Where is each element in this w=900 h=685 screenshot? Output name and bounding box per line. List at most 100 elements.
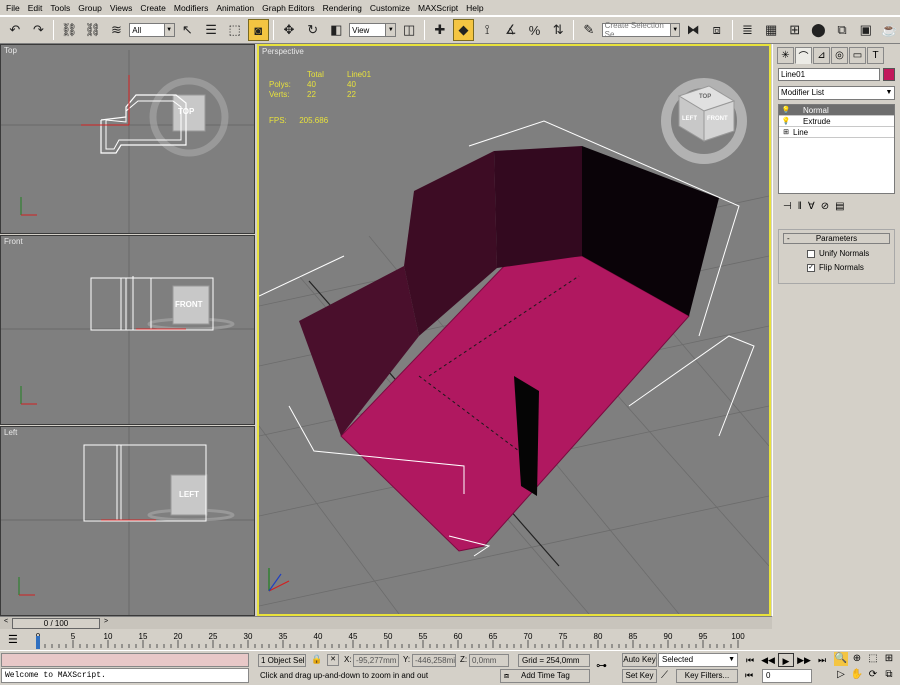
- menu-file[interactable]: File: [2, 1, 24, 15]
- expand-plus-icon[interactable]: ⊞: [779, 127, 793, 138]
- viewcube-top-face-label[interactable]: TOP: [699, 94, 711, 100]
- select-and-manipulate-icon[interactable]: ✚: [429, 19, 451, 41]
- percent-snap-icon[interactable]: %: [524, 19, 546, 41]
- align-icon[interactable]: ⧈: [706, 19, 728, 41]
- menu-animation[interactable]: Animation: [212, 1, 258, 15]
- viewcube-front-label[interactable]: FRONT: [175, 300, 203, 309]
- layer-manager-icon[interactable]: ≣: [737, 19, 759, 41]
- stack-item-extrude[interactable]: 💡 Extrude: [779, 116, 894, 127]
- modifier-list-dropdown[interactable]: Modifier List ▼: [778, 86, 895, 100]
- flip-normals-box[interactable]: ✓: [807, 263, 815, 272]
- viewport-label-top[interactable]: Top: [4, 46, 17, 55]
- current-frame-field[interactable]: 0: [762, 669, 812, 683]
- time-slider-thumb[interactable]: 0 / 100: [12, 618, 100, 629]
- curve-editor-icon[interactable]: ▦: [760, 19, 782, 41]
- zoom-all-icon[interactable]: ⊕: [850, 652, 864, 666]
- menu-maxscript[interactable]: MAXScript: [414, 1, 462, 15]
- rendered-frame-window-icon[interactable]: ▣: [855, 19, 877, 41]
- viewport-top[interactable]: Top TOP: [0, 44, 255, 234]
- reference-coordinate-dropdown[interactable]: View ▼: [349, 23, 397, 37]
- menu-rendering[interactable]: Rendering: [319, 1, 366, 15]
- lightbulb-icon[interactable]: 💡: [779, 116, 793, 127]
- viewport-label-perspective[interactable]: Perspective: [262, 47, 304, 56]
- menu-views[interactable]: Views: [106, 1, 137, 15]
- modify-tab-icon[interactable]: ⌒: [795, 46, 812, 64]
- field-of-view-icon[interactable]: ▷: [834, 668, 848, 682]
- utilities-tab-icon[interactable]: T: [867, 46, 884, 64]
- menu-create[interactable]: Create: [136, 1, 170, 15]
- y-coordinate-field[interactable]: -446,258mi: [412, 654, 456, 667]
- select-and-link-icon[interactable]: ⛓: [58, 19, 80, 41]
- bind-space-warp-icon[interactable]: ≋: [106, 19, 128, 41]
- absolute-mode-icon[interactable]: ✕: [327, 654, 339, 666]
- show-end-result-icon[interactable]: ‖: [798, 201, 802, 212]
- viewcube-left-face-label[interactable]: LEFT: [682, 116, 697, 122]
- unify-normals-box[interactable]: [807, 249, 815, 258]
- quick-render-icon[interactable]: ☕: [879, 19, 900, 41]
- unify-normals-checkbox[interactable]: Unify Normals: [807, 249, 894, 258]
- render-setup-icon[interactable]: ⧉: [831, 19, 853, 41]
- mini-curve-editor-icon[interactable]: ☰: [8, 633, 18, 646]
- key-mode-toggle-icon[interactable]: ⏮: [745, 670, 753, 681]
- mirror-icon[interactable]: ⧓: [682, 19, 704, 41]
- edit-named-selection-icon[interactable]: ✎: [578, 19, 600, 41]
- make-unique-icon[interactable]: ∀: [808, 201, 815, 212]
- menu-graph-editors[interactable]: Graph Editors: [258, 1, 318, 15]
- menu-group[interactable]: Group: [74, 1, 106, 15]
- orbit-icon[interactable]: ⟳: [866, 668, 880, 682]
- pan-icon[interactable]: ✋: [850, 668, 864, 682]
- maxscript-mini-listener[interactable]: Welcome to MAXScript.: [1, 668, 249, 683]
- viewcube-front-face-label[interactable]: FRONT: [707, 116, 728, 122]
- viewport-label-front[interactable]: Front: [4, 237, 23, 246]
- named-selection-sets-dropdown[interactable]: Create Selection Se ▼: [601, 21, 681, 39]
- select-and-scale-icon[interactable]: ◧: [325, 19, 347, 41]
- menu-customize[interactable]: Customize: [366, 1, 414, 15]
- angle-snap-icon[interactable]: ∡: [500, 19, 522, 41]
- flip-normals-checkbox[interactable]: ✓ Flip Normals: [807, 263, 894, 272]
- zoom-extents-all-icon[interactable]: ⊞: [882, 652, 896, 666]
- spinner-snap-icon[interactable]: ⇅: [547, 19, 569, 41]
- viewport-label-left[interactable]: Left: [4, 428, 17, 437]
- selection-filter-dropdown[interactable]: All ▼: [129, 23, 175, 37]
- window-crossing-icon[interactable]: ◙: [247, 19, 270, 41]
- redo-icon[interactable]: ↷: [28, 19, 50, 41]
- key-mode-dropdown[interactable]: Selected ▼: [658, 653, 738, 667]
- maxscript-mini-listener-top[interactable]: [1, 653, 249, 667]
- key-icon[interactable]: ⊶: [596, 659, 607, 672]
- go-to-end-icon[interactable]: ⏭: [814, 653, 830, 667]
- select-and-move-icon[interactable]: ✥: [278, 19, 300, 41]
- stack-item-normal[interactable]: 💡 Normal: [779, 105, 894, 116]
- maximize-viewport-icon[interactable]: ⧉: [882, 668, 896, 682]
- set-key-button[interactable]: Set Key: [622, 669, 657, 683]
- schematic-view-icon[interactable]: ⊞: [784, 19, 806, 41]
- menu-modifiers[interactable]: Modifiers: [170, 1, 212, 15]
- rectangular-selection-icon[interactable]: ⬚: [224, 19, 246, 41]
- zoom-extents-icon[interactable]: ⬚: [866, 652, 880, 666]
- chevron-right-icon[interactable]: >: [101, 618, 111, 629]
- viewport-perspective[interactable]: Perspective Total Line01 Polys: 40 40 Ve…: [257, 44, 771, 616]
- select-and-rotate-icon[interactable]: ↻: [302, 19, 324, 41]
- go-to-start-icon[interactable]: ⏮: [742, 653, 758, 667]
- play-icon[interactable]: ▶: [778, 653, 794, 667]
- pin-stack-icon[interactable]: ⊣: [783, 201, 792, 212]
- configure-modifier-sets-icon[interactable]: ▤: [835, 201, 844, 212]
- x-coordinate-field[interactable]: -95,277mm: [353, 654, 399, 667]
- lightbulb-icon[interactable]: 💡: [779, 105, 793, 116]
- menu-edit[interactable]: Edit: [24, 1, 47, 15]
- hierarchy-tab-icon[interactable]: ⊿: [813, 46, 830, 64]
- lock-selection-icon[interactable]: 🔒: [311, 654, 322, 665]
- object-color-swatch[interactable]: [883, 68, 895, 81]
- previous-frame-icon[interactable]: ◀◀: [760, 653, 776, 667]
- z-coordinate-field[interactable]: 0,0mm: [469, 654, 509, 667]
- object-name-field[interactable]: Line01: [778, 68, 880, 81]
- key-filters-button[interactable]: Key Filters...: [676, 669, 738, 683]
- keyboard-shortcut-override-icon[interactable]: ◆: [452, 19, 475, 41]
- rollout-header[interactable]: - Parameters: [783, 233, 890, 244]
- unlink-icon[interactable]: ⛓: [82, 19, 104, 41]
- zoom-icon[interactable]: 🔍: [834, 652, 848, 666]
- stack-item-line[interactable]: ⊞ Line: [779, 127, 894, 138]
- menu-tools[interactable]: Tools: [46, 1, 74, 15]
- viewcube-top-label[interactable]: TOP: [178, 107, 194, 116]
- snaps-toggle-icon[interactable]: ⟟: [476, 19, 498, 41]
- tangent-icon[interactable]: ⟋: [661, 670, 668, 681]
